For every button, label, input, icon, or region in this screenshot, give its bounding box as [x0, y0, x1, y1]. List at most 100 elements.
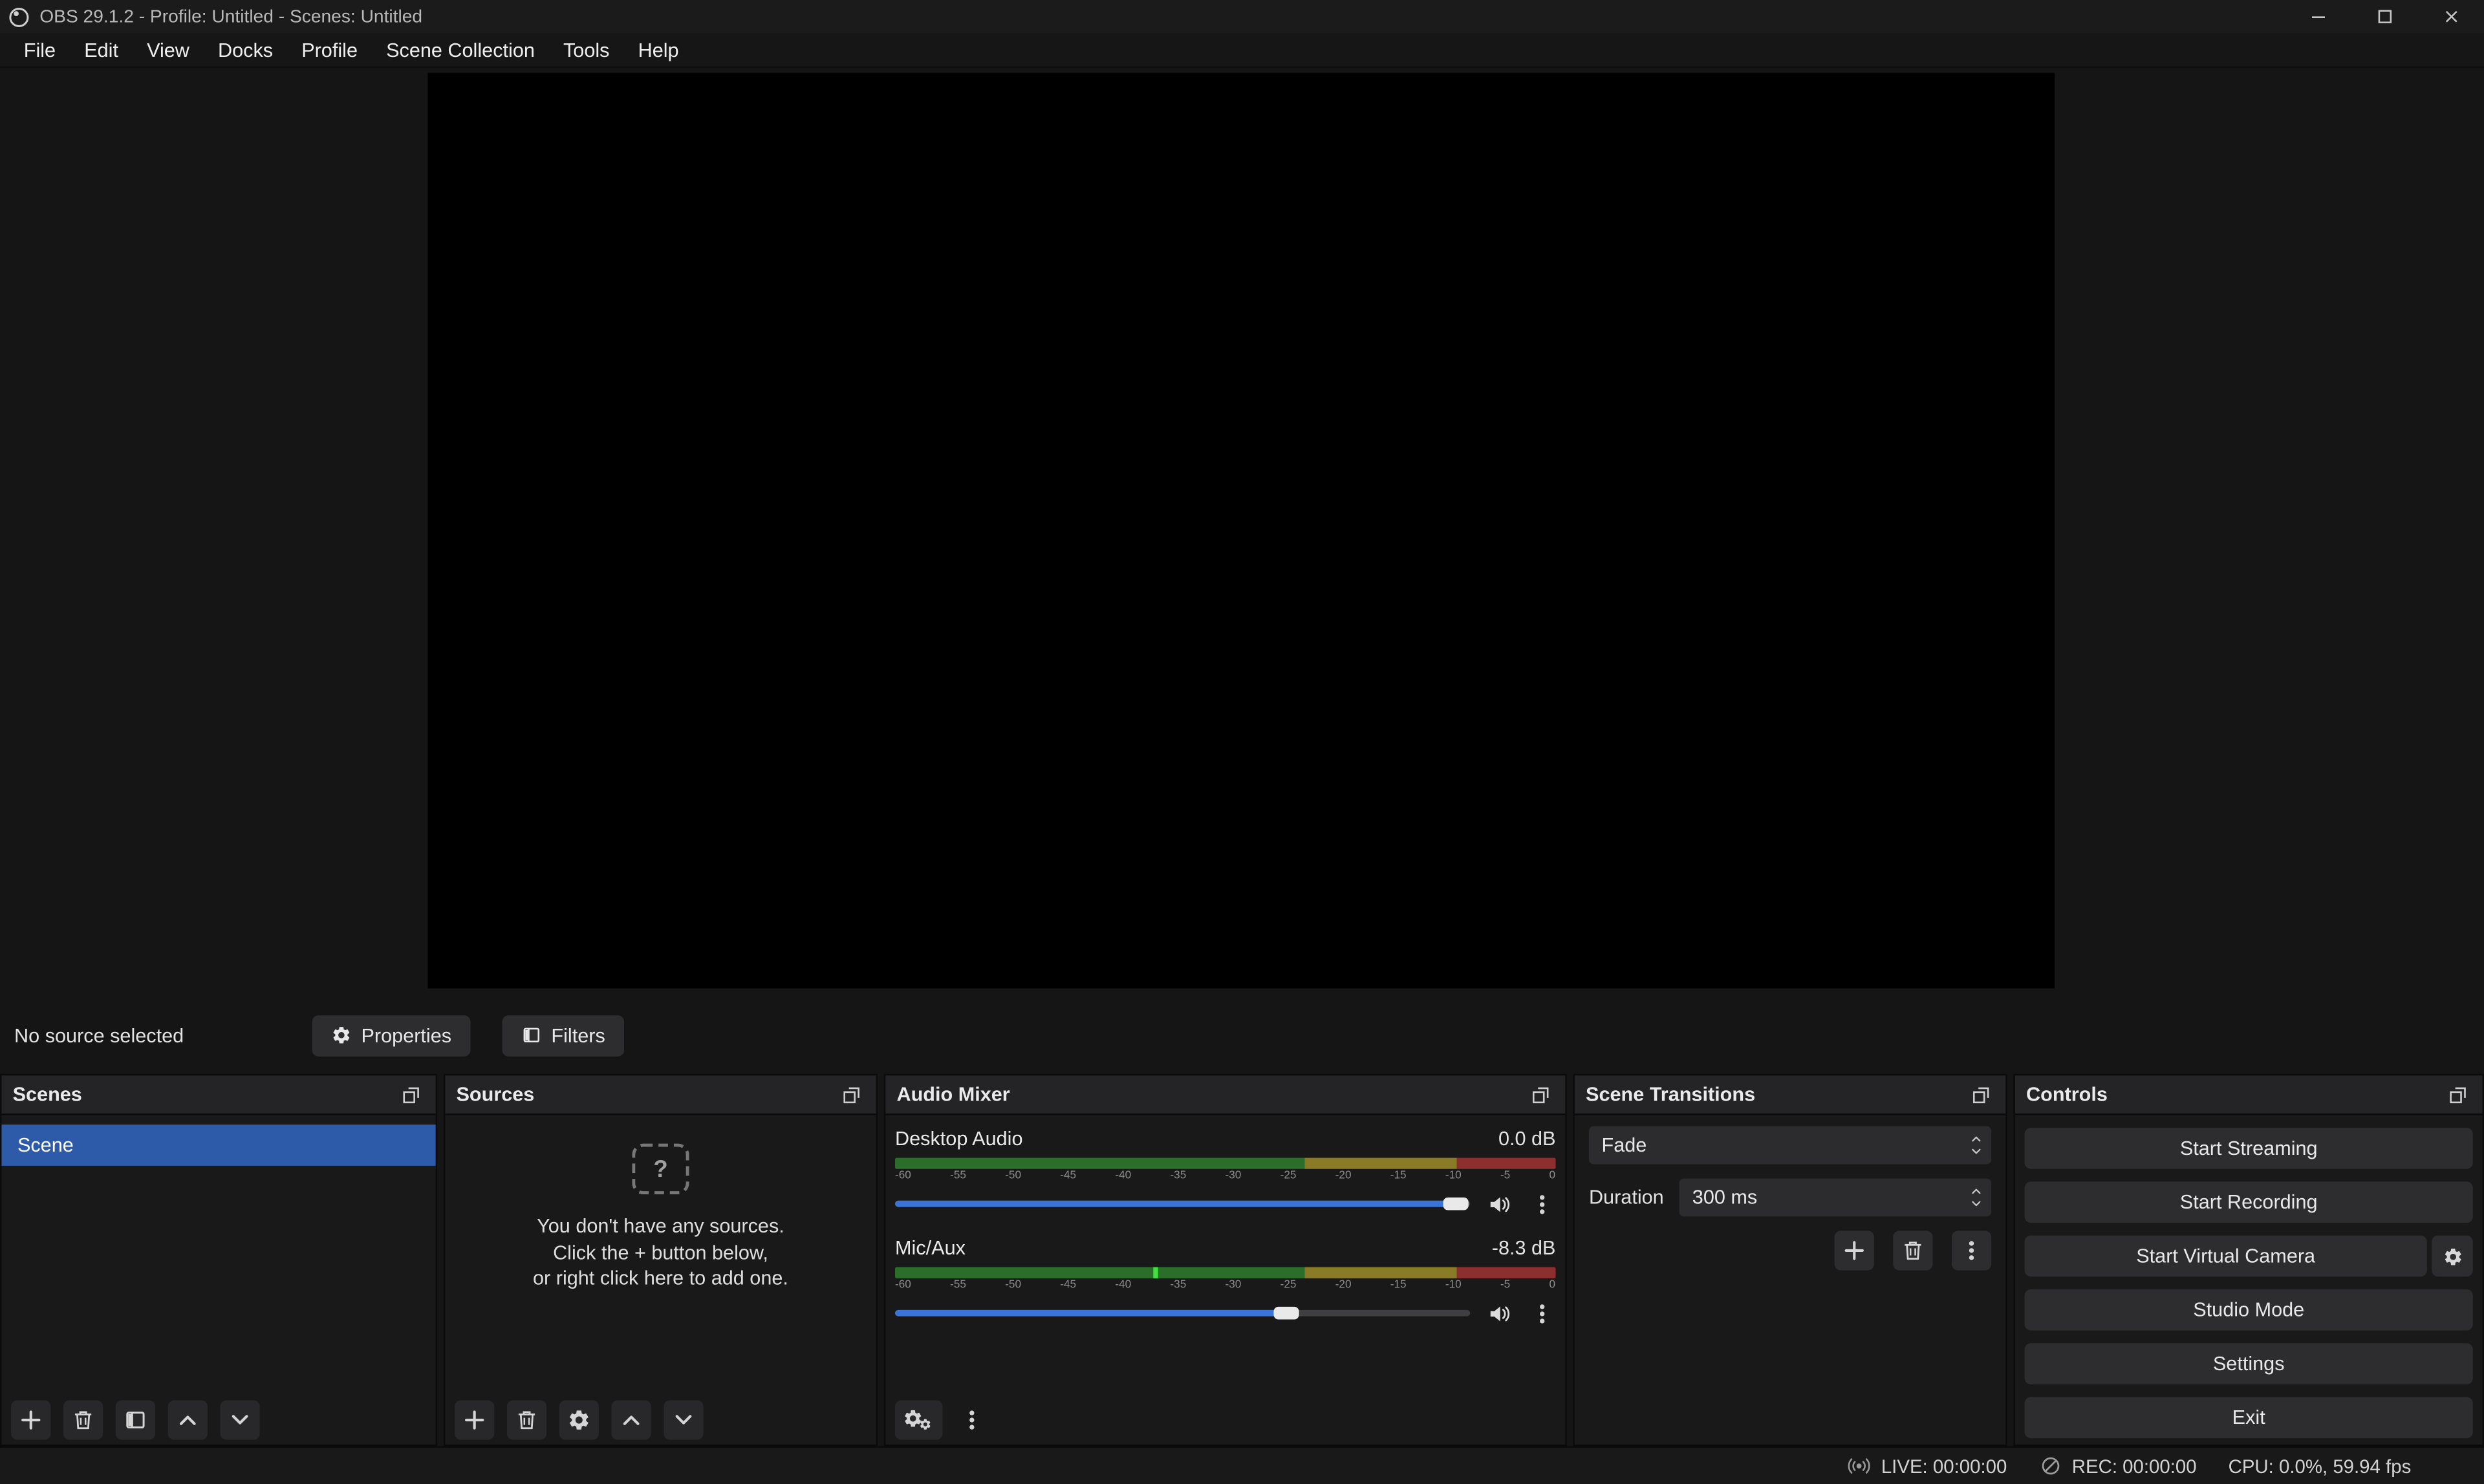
- spinbox-arrows[interactable]: [1965, 1185, 1987, 1210]
- slider-fill: [895, 1310, 1286, 1317]
- transitions-panel-title: Scene Transitions: [1586, 1084, 1755, 1106]
- sources-empty-line1: You don't have any sources.: [445, 1213, 876, 1239]
- transition-menu-button[interactable]: [1952, 1231, 1991, 1270]
- meter-scale: -60-55-50-45-40-35-30-25-20-15-10-50: [895, 1280, 1555, 1293]
- scene-list[interactable]: Scene: [1, 1115, 435, 1166]
- kebab-menu-icon: [1960, 1239, 1983, 1263]
- obs-logo-icon[interactable]: [8, 6, 30, 28]
- slider-handle[interactable]: [1443, 1198, 1468, 1210]
- transitions-body: Fade Duration 300 ms: [1575, 1115, 2005, 1282]
- plus-icon: [1842, 1239, 1866, 1263]
- sources-panel-title: Sources: [456, 1084, 534, 1106]
- controls-panel: Controls Start Streaming Start Recording…: [2013, 1074, 2484, 1446]
- remove-scene-button[interactable]: [63, 1400, 103, 1439]
- scene-item[interactable]: Scene: [1, 1124, 435, 1166]
- menu-docks[interactable]: Docks: [204, 32, 287, 67]
- live-time: LIVE: 00:00:00: [1881, 1455, 2007, 1477]
- volume-slider[interactable]: [895, 1193, 1470, 1215]
- transition-select[interactable]: Fade: [1589, 1126, 1991, 1165]
- minimize-button[interactable]: [2284, 0, 2351, 33]
- popout-icon: [2446, 1084, 2467, 1105]
- plus-icon: [19, 1408, 43, 1432]
- scene-transitions-panel: Scene Transitions Fade Duration 300 ms: [1573, 1074, 2007, 1446]
- transitions-popout-button[interactable]: [1966, 1081, 1994, 1109]
- studio-mode-button[interactable]: Studio Mode: [2025, 1289, 2473, 1331]
- start-virtual-camera-button[interactable]: Start Virtual Camera: [2025, 1236, 2427, 1277]
- sources-empty-state[interactable]: ? You don't have any sources. Click the …: [445, 1144, 876, 1292]
- volume-slider[interactable]: [895, 1302, 1470, 1324]
- settings-button[interactable]: Settings: [2025, 1343, 2473, 1384]
- preview-canvas[interactable]: [427, 73, 2055, 989]
- window-title: OBS 29.1.2 - Profile: Untitled - Scenes:…: [39, 7, 2284, 26]
- meter-scale: -60-55-50-45-40-35-30-25-20-15-10-50: [895, 1170, 1555, 1183]
- channel-header: Desktop Audio 0.0 dB: [895, 1126, 1555, 1152]
- slider-handle[interactable]: [1273, 1307, 1299, 1320]
- ghost-question-icon: ?: [632, 1144, 689, 1194]
- tick: -55: [950, 1170, 966, 1183]
- duration-spinbox[interactable]: 300 ms: [1679, 1179, 1991, 1217]
- sources-popout-button[interactable]: [836, 1081, 865, 1109]
- channel-menu-button[interactable]: [1527, 1188, 1555, 1220]
- tick: -45: [1060, 1280, 1076, 1293]
- tick: -15: [1390, 1280, 1407, 1293]
- move-scene-down-button[interactable]: [220, 1400, 259, 1439]
- sources-toolbar: [455, 1400, 704, 1439]
- menu-edit[interactable]: Edit: [70, 32, 133, 67]
- sources-empty-line3: or right click here to add one.: [445, 1265, 876, 1291]
- tick: -35: [1170, 1280, 1186, 1293]
- audio-mixer-panel-header: Audio Mixer: [885, 1075, 1565, 1115]
- titlebar: OBS 29.1.2 - Profile: Untitled - Scenes:…: [0, 0, 2484, 33]
- menu-file[interactable]: File: [10, 32, 70, 67]
- scenes-panel-title: Scenes: [13, 1084, 82, 1106]
- add-source-button[interactable]: [455, 1400, 494, 1439]
- virtual-camera-settings-button[interactable]: [2432, 1236, 2473, 1277]
- mute-button[interactable]: [1484, 1191, 1513, 1216]
- move-source-down-button[interactable]: [664, 1400, 703, 1439]
- channel-menu-button[interactable]: [1527, 1297, 1555, 1329]
- tick: -40: [1115, 1170, 1131, 1183]
- mute-button[interactable]: [1484, 1300, 1513, 1326]
- mixer-channel-desktop-audio: Desktop Audio 0.0 dB -60-55-50-45-40-35-…: [885, 1115, 1565, 1215]
- audio-mixer-popout-button[interactable]: [1526, 1081, 1554, 1109]
- ghost-glyph: ?: [653, 1156, 667, 1183]
- cpu-stats: CPU: 0.0%, 59.94 fps: [2229, 1455, 2412, 1477]
- remove-source-button[interactable]: [507, 1400, 546, 1439]
- add-scene-button[interactable]: [11, 1400, 50, 1439]
- chevron-up-icon: [1969, 1185, 1983, 1198]
- close-button[interactable]: [2417, 0, 2484, 33]
- controls-panel-header: Controls: [2015, 1075, 2483, 1115]
- controls-popout-button[interactable]: [2443, 1081, 2471, 1109]
- move-source-up-button[interactable]: [612, 1400, 651, 1439]
- mixer-menu-button[interactable]: [955, 1400, 987, 1439]
- move-scene-up-button[interactable]: [168, 1400, 208, 1439]
- menu-profile[interactable]: Profile: [287, 32, 372, 67]
- close-icon: [2441, 6, 2461, 27]
- remove-transition-button[interactable]: [1893, 1231, 1932, 1270]
- duration-row: Duration 300 ms: [1589, 1179, 1991, 1217]
- start-recording-button[interactable]: Start Recording: [2025, 1181, 2473, 1223]
- maximize-button[interactable]: [2351, 0, 2417, 33]
- tick: -10: [1445, 1280, 1462, 1293]
- menu-help[interactable]: Help: [624, 32, 693, 67]
- menu-view[interactable]: View: [133, 32, 204, 67]
- menu-tools[interactable]: Tools: [549, 32, 624, 67]
- add-transition-button[interactable]: [1835, 1231, 1874, 1270]
- filter-icon: [124, 1408, 147, 1432]
- exit-button[interactable]: Exit: [2025, 1397, 2473, 1439]
- advanced-audio-properties-button[interactable]: [895, 1400, 942, 1439]
- broadcast-icon: [1848, 1454, 1872, 1478]
- properties-button[interactable]: Properties: [312, 1015, 471, 1056]
- combo-arrows[interactable]: [1965, 1132, 1987, 1157]
- speaker-icon: [1487, 1192, 1511, 1216]
- statusbar: LIVE: 00:00:00 REC: 00:00:00 CPU: 0.0%, …: [0, 1446, 2484, 1484]
- start-streaming-button[interactable]: Start Streaming: [2025, 1128, 2473, 1169]
- menu-scene-collection[interactable]: Scene Collection: [372, 32, 549, 67]
- source-toolbar: No source selected Properties Filters: [0, 1014, 2484, 1057]
- filters-button[interactable]: Filters: [502, 1015, 624, 1056]
- sources-panel: Sources ? You don't have any sources. Cl…: [444, 1074, 878, 1446]
- scene-filters-button[interactable]: [116, 1400, 155, 1439]
- chevron-down-icon: [1969, 1198, 1983, 1210]
- scenes-popout-button[interactable]: [396, 1081, 424, 1109]
- source-properties-button[interactable]: [559, 1400, 599, 1439]
- duration-label: Duration: [1589, 1187, 1664, 1209]
